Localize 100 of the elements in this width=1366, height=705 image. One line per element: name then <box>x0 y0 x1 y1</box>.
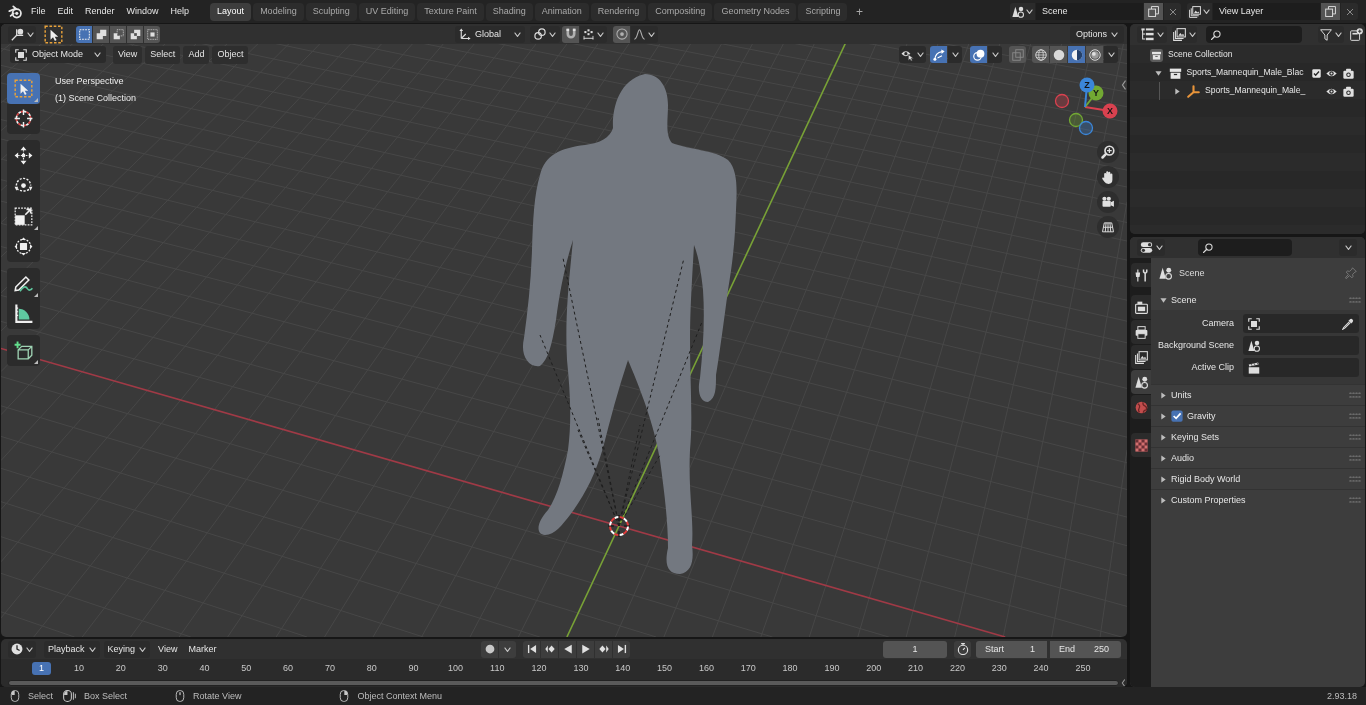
select-mode-button[interactable] <box>76 25 92 43</box>
current-frame-field[interactable]: 1 <box>883 640 947 658</box>
display-mode-button[interactable] <box>1172 26 1197 43</box>
editor-type-button[interactable] <box>8 25 36 43</box>
menu-item[interactable]: Select <box>145 45 181 64</box>
browse-button[interactable] <box>1187 3 1212 20</box>
workspace-tab[interactable]: Animation <box>534 2 589 21</box>
menu-dropdown[interactable]: Playback <box>44 640 100 658</box>
filter-button[interactable] <box>1318 26 1344 43</box>
menu-item[interactable]: Edit <box>51 2 80 21</box>
scene-field[interactable] <box>1243 336 1359 355</box>
grid-view-icon[interactable] <box>1097 216 1119 238</box>
playback-button[interactable] <box>613 640 630 658</box>
editor-type-button[interactable] <box>1137 26 1167 43</box>
select-mode-button[interactable] <box>93 25 109 43</box>
include-checkbox[interactable] <box>1311 68 1321 78</box>
outliner-item-label[interactable]: Scene Collection <box>1168 50 1233 60</box>
camera-view-icon[interactable] <box>1097 191 1119 213</box>
properties-tab[interactable] <box>1131 320 1151 344</box>
select-box-icon[interactable] <box>44 24 63 44</box>
axis-handle-icon[interactable] <box>1079 77 1095 93</box>
playback-button[interactable] <box>523 640 540 658</box>
menu-item[interactable]: Marker <box>185 640 220 658</box>
blender-logo-icon[interactable] <box>8 4 22 19</box>
gizmo-options-button[interactable] <box>948 46 962 63</box>
preview-range-button[interactable] <box>954 640 971 658</box>
menu-item[interactable]: File <box>25 2 52 21</box>
workspace-tab[interactable]: Modeling <box>253 2 304 21</box>
unlink-button[interactable] <box>1164 3 1181 20</box>
timeline-scrollbar[interactable] <box>8 679 1119 686</box>
options-dropdown[interactable] <box>1339 239 1357 256</box>
negative-axis-handle-icon[interactable] <box>1068 112 1084 128</box>
hand-icon[interactable] <box>1097 166 1119 188</box>
triangle-right-icon[interactable] <box>1173 87 1181 95</box>
playback-button[interactable] <box>559 640 576 658</box>
camera-icon[interactable] <box>1343 67 1354 79</box>
keying-options-button[interactable] <box>499 640 516 658</box>
search-field[interactable] <box>1198 239 1292 256</box>
menu-item[interactable]: Render <box>79 2 121 21</box>
outliner-item-label[interactable]: Sports_Mannequin_Male_ <box>1205 86 1306 96</box>
workspace-tab[interactable]: UV Editing <box>358 2 416 21</box>
axis-handle-icon[interactable] <box>1102 103 1118 119</box>
properties-tab[interactable] <box>1131 370 1151 394</box>
menu-item[interactable]: View <box>113 45 143 64</box>
select-mode-button[interactable] <box>110 25 126 43</box>
falloff-dropdown[interactable] <box>631 25 658 43</box>
start-frame-field[interactable]: Start 1 <box>976 640 1047 658</box>
add-workspace-button[interactable]: + <box>851 2 868 21</box>
snap-target-dropdown[interactable] <box>580 25 607 43</box>
select-mode-button[interactable] <box>144 25 160 43</box>
orientation-dropdown[interactable]: Global <box>455 25 525 43</box>
properties-tab[interactable] <box>1131 433 1151 457</box>
tool-button[interactable] <box>7 268 40 299</box>
current-frame-indicator[interactable]: 1 <box>32 662 51 675</box>
mode-dropdown[interactable]: Object Mode <box>10 46 106 63</box>
properties-tab[interactable] <box>1131 295 1151 319</box>
overlay-options-button[interactable] <box>988 46 1002 63</box>
workspace-tab[interactable]: Sculpting <box>305 2 357 21</box>
zoom-icon[interactable] <box>1097 141 1119 163</box>
shading-mode-button[interactable] <box>1068 46 1085 63</box>
menu-item[interactable]: View <box>155 640 181 658</box>
workspace-tab[interactable]: Texture Paint <box>417 2 484 21</box>
camera-icon[interactable] <box>1343 85 1354 97</box>
eyedropper-icon[interactable] <box>1342 317 1354 330</box>
tool-button[interactable] <box>7 231 40 262</box>
browse-button[interactable] <box>1010 3 1035 20</box>
menu-item[interactable]: Window <box>120 2 165 21</box>
workspace-tab[interactable]: Layout <box>210 2 252 21</box>
view-layer-field[interactable]: View Layer <box>1213 3 1320 20</box>
outliner-item-label[interactable]: Sports_Mannequin_Male_Blac <box>1186 68 1304 78</box>
proportional-edit-toggle[interactable] <box>613 25 630 43</box>
menu-item[interactable]: Help <box>164 2 196 21</box>
shading-mode-button[interactable] <box>1032 46 1049 63</box>
menu-item[interactable]: Object <box>212 45 249 64</box>
triangle-down-icon[interactable] <box>1155 69 1162 77</box>
shading-options-button[interactable] <box>1104 46 1118 63</box>
tool-button[interactable] <box>7 298 40 329</box>
new-collection-icon[interactable] <box>1350 28 1363 41</box>
tool-button[interactable] <box>7 335 40 366</box>
editor-type-button[interactable] <box>8 640 36 658</box>
shading-mode-button[interactable] <box>1050 46 1067 63</box>
editor-type-button[interactable] <box>1137 239 1165 256</box>
negative-axis-handle-icon[interactable] <box>1078 120 1094 136</box>
select-mode-button[interactable] <box>127 25 143 43</box>
panel-checkbox[interactable] <box>1171 410 1183 422</box>
tool-button[interactable] <box>7 140 40 171</box>
clip-field[interactable] <box>1243 358 1359 377</box>
auto-keying-button[interactable] <box>481 640 498 658</box>
pivot-dropdown[interactable] <box>530 25 560 43</box>
tool-button[interactable] <box>7 103 40 134</box>
workspace-tab[interactable]: Scripting <box>798 2 848 21</box>
duplicate-button[interactable] <box>1144 3 1163 20</box>
end-frame-field[interactable]: End 250 <box>1050 640 1121 658</box>
playback-button[interactable] <box>541 640 558 658</box>
negative-axis-handle-icon[interactable] <box>1054 93 1070 109</box>
camera-field[interactable] <box>1243 314 1359 333</box>
playback-button[interactable] <box>577 640 594 658</box>
overlay-toggle[interactable] <box>970 46 987 63</box>
workspace-tab[interactable]: Compositing <box>648 2 713 21</box>
duplicate-button[interactable] <box>1321 3 1340 20</box>
